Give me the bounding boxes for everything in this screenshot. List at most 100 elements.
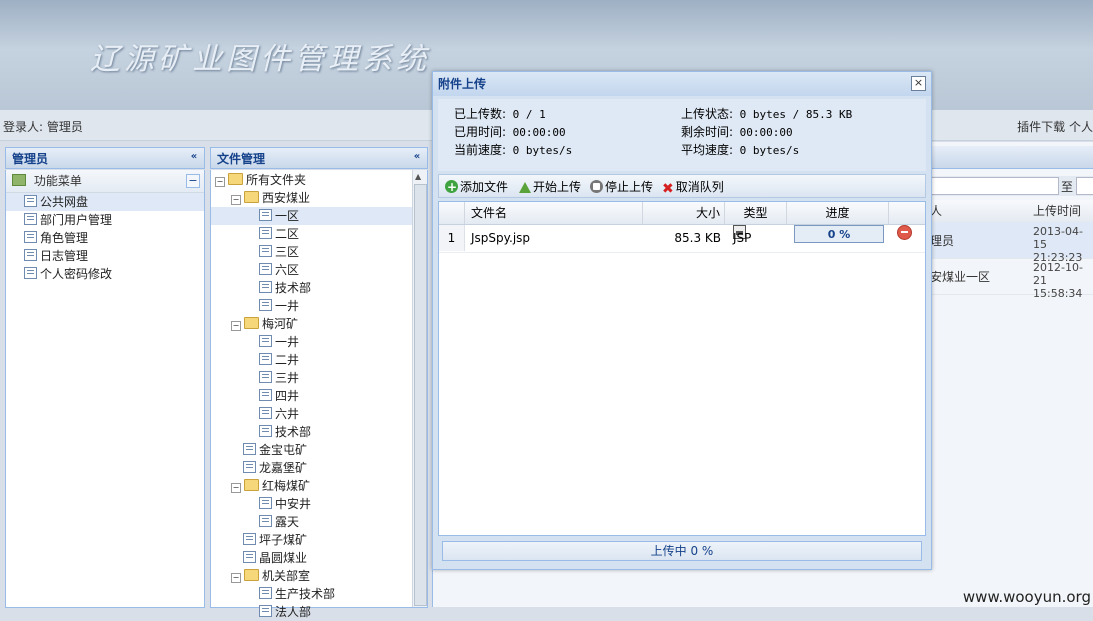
menu-item-label: 角色管理 <box>40 231 89 245</box>
page-icon <box>259 371 272 383</box>
page-icon <box>259 227 272 239</box>
upload-toolbar: 添加文件 开始上传 停止上传 ✖取消队列 <box>438 174 926 201</box>
tree-node[interactable]: 六井 <box>211 405 427 423</box>
start-upload-button[interactable]: 开始上传 <box>519 175 581 199</box>
page-icon <box>259 335 272 347</box>
menu-item[interactable]: 部门用户管理 <box>6 211 204 229</box>
tree-node[interactable]: − 机关部室 <box>211 567 427 585</box>
menu-item[interactable]: 日志管理 <box>6 247 204 265</box>
expand-toggle-icon[interactable]: − <box>231 321 241 331</box>
tree-node[interactable]: 四井 <box>211 387 427 405</box>
date-from-input[interactable] <box>930 177 1059 195</box>
dialog-header[interactable]: 附件上传 <box>433 72 931 96</box>
date-to-input[interactable] <box>1076 177 1093 195</box>
page-icon <box>259 263 272 275</box>
collapse-left-icon[interactable]: « <box>187 151 201 165</box>
tree-node-label: 生产技术部 <box>275 587 336 601</box>
right-table-header: 人 上传时间 <box>930 200 1093 223</box>
col-filename[interactable]: 文件名 <box>465 202 643 224</box>
plugin-download-link[interactable]: 插件下载 <box>1017 120 1065 134</box>
tree-node[interactable]: 二区 <box>211 225 427 243</box>
page-icon <box>243 533 256 545</box>
add-file-label: 添加文件 <box>460 180 509 194</box>
tree-node-label: 中安井 <box>275 497 312 511</box>
tree-node[interactable]: − 红梅煤矿 <box>211 477 427 495</box>
stop-upload-button[interactable]: 停止上传 <box>590 175 653 199</box>
page-icon <box>24 195 37 207</box>
upload-status-bar: 上传中 0 % <box>442 541 922 561</box>
tree-node[interactable]: 金宝屯矿 <box>211 441 427 459</box>
tree-node[interactable]: 技术部 <box>211 279 427 297</box>
remove-icon[interactable] <box>897 225 912 240</box>
tree-node[interactable]: 晶圆煤业 <box>211 549 427 567</box>
menu-item-label: 部门用户管理 <box>40 213 113 227</box>
menu-item[interactable]: 角色管理 <box>6 229 204 247</box>
tree-node[interactable]: 一井 <box>211 333 427 351</box>
folder-icon <box>244 191 259 203</box>
personal-link[interactable]: 个人 <box>1069 120 1093 134</box>
table-row[interactable]: 安煤业一区 2012-10-21 15:58:34 <box>930 258 1093 300</box>
page-icon <box>24 231 37 243</box>
page-icon <box>243 461 256 473</box>
login-label: 登录人: <box>3 120 44 134</box>
upload-stats: 已上传数: 0 / 1 上传状态: 0 bytes / 85.3 KB 已用时间… <box>438 99 926 171</box>
expand-toggle-icon[interactable]: − <box>215 177 225 187</box>
add-file-button[interactable]: 添加文件 <box>445 175 508 199</box>
tree-scrollbar[interactable]: ▲ <box>412 170 427 607</box>
col-size[interactable]: 大小 <box>643 202 725 224</box>
stat-uploaded: 已上传数: 0 / 1 <box>454 107 546 121</box>
tree-node[interactable]: 龙嘉堡矿 <box>211 459 427 477</box>
tree-node[interactable]: 坪子煤矿 <box>211 531 427 549</box>
expand-toggle-icon[interactable]: − <box>231 573 241 583</box>
tree-node-label: 技术部 <box>275 425 312 439</box>
scroll-up-icon[interactable]: ▲ <box>415 172 421 181</box>
table-row[interactable]: 1 JspSpy.jsp 85.3 KB JSP 0 % <box>439 225 925 253</box>
row-number: 1 <box>439 225 465 251</box>
page-icon <box>259 209 272 221</box>
tree-node[interactable]: − 西安煤业 <box>211 189 427 207</box>
folder-icon <box>244 317 259 329</box>
expand-toggle-icon[interactable]: − <box>231 483 241 493</box>
tree-node-label: 四井 <box>275 389 300 403</box>
left-panel-header: 管理员 « <box>5 147 205 169</box>
tree-node[interactable]: 六区 <box>211 261 427 279</box>
tree-node[interactable]: 一井 <box>211 297 427 315</box>
page-icon <box>259 515 272 527</box>
tree-node[interactable]: 中安井 <box>211 495 427 513</box>
tree-node[interactable]: 法人部 <box>211 603 427 621</box>
table-row[interactable]: 理员 2013-04-15 21:23:23 <box>930 222 1093 264</box>
function-menu-title: 功能菜单 <box>33 174 82 188</box>
function-menu-header[interactable]: 功能菜单 − <box>6 170 204 193</box>
stat-elapsed: 已用时间: 00:00:00 <box>454 125 566 139</box>
col-type[interactable]: 类型 <box>725 202 787 224</box>
tree-node[interactable]: 一区 <box>211 207 427 225</box>
col-progress[interactable]: 进度 <box>787 202 889 224</box>
tree-node[interactable]: 三区 <box>211 243 427 261</box>
scroll-thumb[interactable] <box>414 184 427 606</box>
col-upload-time[interactable]: 上传时间 <box>1033 200 1081 222</box>
tree-node[interactable]: − 所有文件夹 <box>211 171 427 189</box>
page-icon <box>259 425 272 437</box>
tree-node[interactable]: 生产技术部 <box>211 585 427 603</box>
collapse-mid-icon[interactable]: « <box>410 151 424 165</box>
cancel-queue-button[interactable]: ✖ 取消队列 <box>662 175 724 201</box>
upload-dialog: 附件上传 × 已上传数: 0 / 1 上传状态: 0 bytes / 85.3 … <box>432 71 932 570</box>
expand-toggle-icon[interactable]: − <box>231 195 241 205</box>
tree-node-label: 梅河矿 <box>262 317 299 331</box>
close-icon[interactable]: × <box>911 76 926 91</box>
tree-node-label: 技术部 <box>275 281 312 295</box>
tree-node[interactable]: 技术部 <box>211 423 427 441</box>
menu-item[interactable]: 公共网盘 <box>6 193 204 211</box>
menu-item[interactable]: 个人密码修改 <box>6 265 204 283</box>
cancel-x-icon: ✖ <box>662 181 674 197</box>
collapse-menu-icon[interactable]: − <box>186 174 200 188</box>
stat-remaining: 剩余时间: 00:00:00 <box>681 125 793 139</box>
page-icon <box>259 389 272 401</box>
tree-node[interactable]: 三井 <box>211 369 427 387</box>
tree-node[interactable]: 二井 <box>211 351 427 369</box>
dialog-title: 附件上传 <box>438 77 487 91</box>
tree-node-label: 一井 <box>275 299 300 313</box>
tree-node[interactable]: 露天 <box>211 513 427 531</box>
stop-icon <box>590 180 603 193</box>
tree-node[interactable]: − 梅河矿 <box>211 315 427 333</box>
